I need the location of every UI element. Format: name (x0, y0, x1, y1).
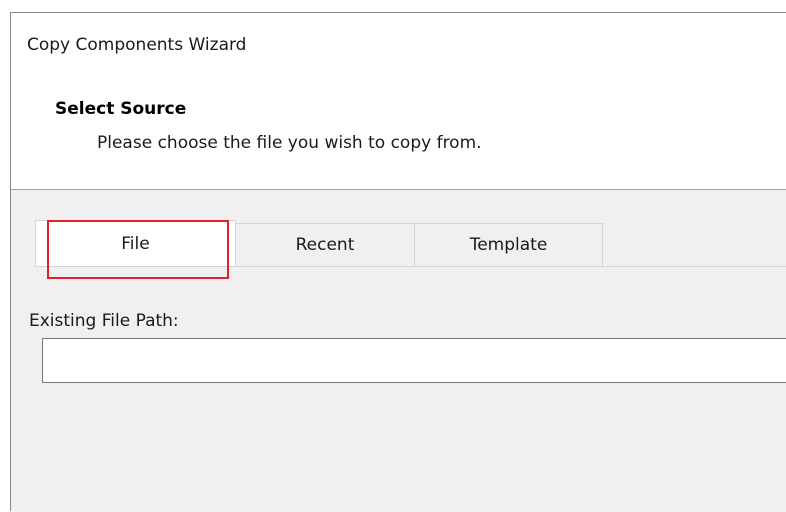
tab-recent[interactable]: Recent (235, 223, 415, 266)
window-title: Copy Components Wizard (27, 35, 247, 55)
tab-file[interactable]: File (35, 220, 236, 266)
existing-file-path-label: Existing File Path: (29, 311, 179, 331)
tab-strip: File Recent Template (35, 220, 603, 266)
existing-file-path-input[interactable] (42, 338, 786, 383)
file-tab-panel (35, 266, 786, 512)
tab-template[interactable]: Template (414, 223, 603, 266)
page-title: Select Source (55, 99, 187, 119)
wizard-window: Copy Components Wizard Select Source Ple… (10, 12, 786, 512)
page-subtitle: Please choose the file you wish to copy … (97, 133, 482, 153)
